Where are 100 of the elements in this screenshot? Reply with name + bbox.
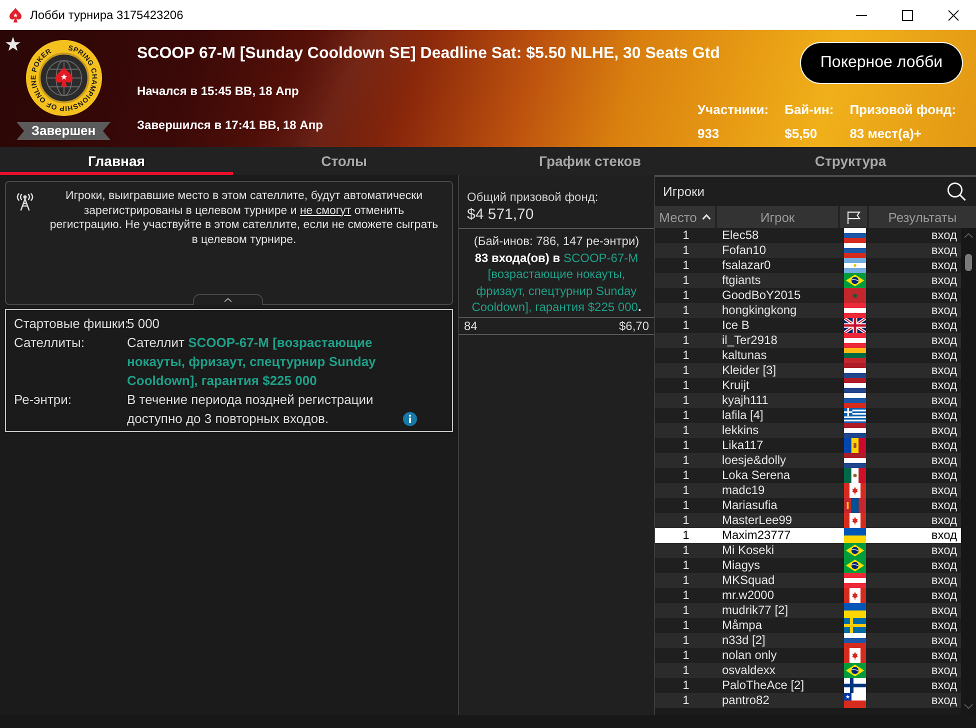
- player-name: il_Ter2918: [721, 333, 778, 348]
- flag-icon: [844, 558, 866, 573]
- search-icon[interactable]: [947, 182, 966, 201]
- caret-down-icon[interactable]: [964, 704, 973, 709]
- entries-summary: 83 входа(ов) в SCOOP-67-M [возрастающие нокауты, фризаут, спецтурнир Sunday Cooldown], гарантия $225 000.: [470, 250, 642, 316]
- result-text: вход: [930, 288, 958, 303]
- table-row[interactable]: 1 Kleider [3] вход: [655, 363, 961, 378]
- place-text: 1: [682, 498, 690, 513]
- table-row[interactable]: 1 madc19 вход: [655, 483, 961, 498]
- tab[interactable]: График стеков: [455, 147, 725, 175]
- table-row[interactable]: 1 PaloTheAce [2] вход: [655, 678, 961, 693]
- flag-icon: [844, 363, 866, 378]
- player-name: osvaldexx: [721, 663, 776, 678]
- table-row[interactable]: 1 kaltunas вход: [655, 348, 961, 363]
- table-row[interactable]: 1 Miagys вход: [655, 558, 961, 573]
- poker-lobby-button[interactable]: Покерное лобби: [800, 42, 963, 84]
- place-text: 1: [682, 258, 690, 273]
- place-text: 1: [682, 663, 690, 678]
- maximize-icon: [902, 10, 912, 20]
- table-row[interactable]: 1 ftgiants вход: [655, 273, 961, 288]
- flag-icon: [844, 453, 866, 468]
- table-row[interactable]: 1 osvaldexx вход: [655, 663, 961, 678]
- table-row[interactable]: 1 lafila [4] вход: [655, 408, 961, 423]
- result-text: вход: [930, 558, 958, 573]
- result-text: вход: [930, 408, 958, 423]
- start-time: Начался в 15:45 ВВ, 18 Апр: [137, 83, 299, 99]
- place-text: 1: [682, 273, 690, 288]
- flag-icon: [844, 378, 866, 393]
- table-row[interactable]: 1 GoodBoY2015 вход: [655, 288, 961, 303]
- flag-icon: [844, 288, 866, 303]
- flag-icon: [844, 663, 866, 678]
- player-name: Ice B: [721, 318, 750, 333]
- place-text: 1: [682, 228, 690, 243]
- table-row[interactable]: 1 loesje&dolly вход: [655, 453, 961, 468]
- table-row[interactable]: 1 nolan only вход: [655, 648, 961, 663]
- place-text: 1: [682, 513, 690, 528]
- table-row[interactable]: 1 mudrik77 [2] вход: [655, 603, 961, 618]
- place-text: 1: [682, 558, 690, 573]
- result-text: вход: [930, 483, 958, 498]
- table-row[interactable]: 1 pantro82 вход: [655, 693, 961, 708]
- place-text: 1: [682, 408, 690, 423]
- player-name: Mariasufia: [721, 498, 778, 513]
- player-name: kaltunas: [721, 348, 768, 363]
- place-text: 1: [682, 243, 690, 258]
- tab[interactable]: Столы: [233, 147, 455, 175]
- table-row[interactable]: 1 hongkingkong вход: [655, 303, 961, 318]
- table-row[interactable]: 1 Ice B вход: [655, 318, 961, 333]
- place-text: 1: [682, 333, 690, 348]
- payout-place: 84: [464, 318, 478, 334]
- player-name: ftgiants: [721, 273, 762, 288]
- place-text: 1: [682, 318, 690, 333]
- player-name: Kruijt: [721, 378, 750, 393]
- column-header[interactable]: Место: [655, 206, 717, 228]
- place-text: 1: [682, 393, 690, 408]
- table-row[interactable]: 1 il_Ter2918 вход: [655, 333, 961, 348]
- place-text: 1: [682, 378, 690, 393]
- table-row[interactable]: 1 Mariasufia вход: [655, 498, 961, 513]
- prize-pool-label: Общий призовой фонд:: [467, 189, 600, 205]
- flag-icon: [844, 498, 866, 513]
- result-text: вход: [930, 663, 958, 678]
- table-row[interactable]: 1 lekkins вход: [655, 423, 961, 438]
- place-text: 1: [682, 648, 690, 663]
- table-row[interactable]: 1 Loka Serena вход: [655, 468, 961, 483]
- place-text: 1: [682, 288, 690, 303]
- info-icon[interactable]: [403, 412, 417, 426]
- table-row[interactable]: 1 Kruijt вход: [655, 378, 961, 393]
- scrollbar-thumb[interactable]: [965, 254, 972, 271]
- caret-up-icon: [224, 298, 232, 302]
- result-text: вход: [930, 363, 958, 378]
- star-icon[interactable]: [5, 36, 21, 52]
- tab[interactable]: Структура: [725, 147, 976, 175]
- detail-label: Сателлиты:: [14, 334, 86, 352]
- table-row[interactable]: 1 mr.w2000 вход: [655, 588, 961, 603]
- table-row[interactable]: 1 kyajh111 вход: [655, 393, 961, 408]
- table-row[interactable]: 1 Mi Koseki вход: [655, 543, 961, 558]
- stat-value: $5,50: [784, 126, 818, 142]
- table-row[interactable]: 1 Måmpa вход: [655, 618, 961, 633]
- scrollbar[interactable]: [961, 228, 976, 715]
- flag-icon: [844, 303, 866, 318]
- table-row[interactable]: 1 Lika117 вход: [655, 438, 961, 453]
- flag-icon: [844, 618, 866, 633]
- table-row[interactable]: 1 n33d [2] вход: [655, 633, 961, 648]
- column-header[interactable]: Игрок: [717, 206, 840, 228]
- player-name: Kleider [3]: [721, 363, 778, 378]
- result-text: вход: [930, 258, 958, 273]
- table-row[interactable]: 1 MasterLee99 вход: [655, 513, 961, 528]
- column-header[interactable]: Результаты: [869, 206, 976, 228]
- table-row[interactable]: 1 MKSquad вход: [655, 573, 961, 588]
- player-name: fsalazar0: [721, 258, 772, 273]
- place-text: 1: [682, 348, 690, 363]
- caret-up-icon[interactable]: [964, 233, 973, 238]
- place-text: 1: [682, 543, 690, 558]
- table-row[interactable]: 1 Maxim23777 вход: [655, 528, 961, 543]
- table-row[interactable]: 1 fsalazar0 вход: [655, 258, 961, 273]
- table-row[interactable]: 1 Fofan10 вход: [655, 243, 961, 258]
- player-name: madc19: [721, 483, 766, 498]
- flag-column-header[interactable]: [840, 206, 869, 228]
- player-name: kyajh111: [721, 393, 770, 408]
- player-name: Maxim23777: [721, 528, 792, 543]
- table-row[interactable]: 1 Elec58 вход: [655, 228, 961, 243]
